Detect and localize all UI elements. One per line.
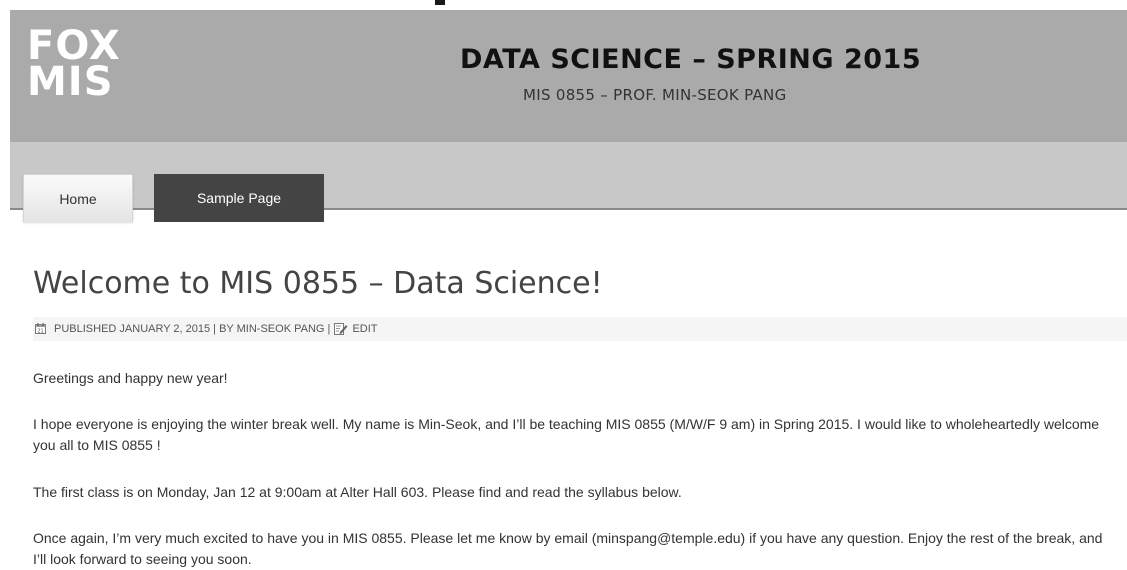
calendar-icon: 21 xyxy=(35,323,46,334)
post-paragraph: The first class is on Monday, Jan 12 at … xyxy=(33,484,682,500)
main-navigation: Home Sample Page xyxy=(10,142,1127,222)
site-description: MIS 0855 – PROF. MIN-SEOK PANG xyxy=(523,86,787,104)
edit-link[interactable]: EDIT xyxy=(352,323,377,335)
byline-label: | BY xyxy=(210,323,237,335)
post-paragraph: I hope everyone is enjoying the winter b… xyxy=(33,416,1100,453)
meta-separator: | xyxy=(324,323,334,335)
site-title[interactable]: DATA SCIENCE – SPRING 2015 xyxy=(460,44,921,75)
post-content: Welcome to MIS 0855 – Data Science! 21 P… xyxy=(33,258,1127,567)
post-meta: 21 PUBLISHED JANUARY 2, 2015 | BY MIN-SE… xyxy=(33,317,1127,341)
post-title[interactable]: Welcome to MIS 0855 – Data Science! xyxy=(33,258,1127,310)
logo-line-2: MIS xyxy=(27,59,114,105)
site-logo[interactable]: FOX MIS xyxy=(27,26,121,105)
published-label: PUBLISHED xyxy=(54,323,120,335)
post-date-link[interactable]: JANUARY 2, 2015 xyxy=(119,323,210,335)
post-paragraph: Once again, I’m very much excited to hav… xyxy=(33,530,1103,567)
site-header: FOX MIS DATA SCIENCE – SPRING 2015 MIS 0… xyxy=(10,10,1127,142)
edit-pencil-icon[interactable] xyxy=(334,322,348,335)
nav-item-home[interactable]: Home xyxy=(23,174,133,222)
top-strip xyxy=(0,0,1127,10)
nav-item-sample-page[interactable]: Sample Page xyxy=(154,174,324,222)
svg-text:21: 21 xyxy=(37,329,43,335)
top-mark xyxy=(435,0,445,5)
post-paragraph: Greetings and happy new year! xyxy=(33,370,228,386)
author-link[interactable]: MIN-SEOK PANG xyxy=(237,323,325,335)
